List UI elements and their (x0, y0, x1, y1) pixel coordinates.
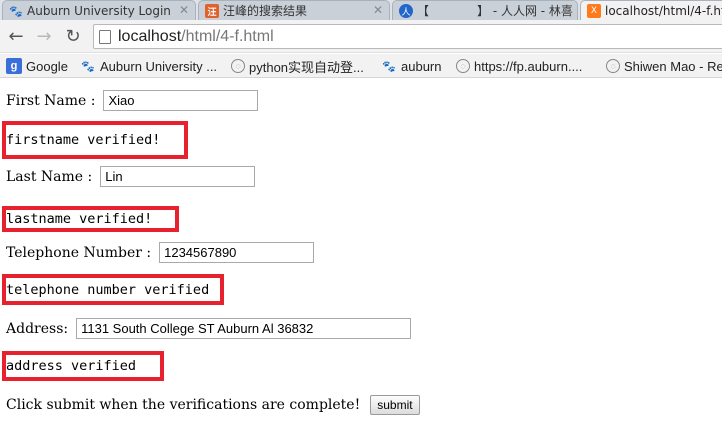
globe-icon: ◌ (606, 59, 620, 73)
wangfeng-icon: 汪 (205, 4, 219, 18)
forward-icon[interactable]: → (34, 26, 54, 47)
address-bar[interactable]: localhost/html/4-f.html (93, 24, 722, 49)
bookmark-label: auburn (401, 58, 442, 74)
bookmark-label: Google (26, 58, 68, 74)
tab-wangfeng-search[interactable]: 汪 汪峰的搜索结果 ✕ (198, 0, 390, 20)
close-icon[interactable]: ✕ (179, 3, 189, 17)
last-name-verified-message: lastname verified! (2, 206, 179, 232)
google-icon: g (6, 58, 22, 74)
tab-title: Auburn University Login (27, 3, 171, 18)
tab-strip: 🐾 Auburn University Login ✕ 汪 汪峰的搜索结果 ✕ … (0, 0, 722, 21)
last-name-row: Last Name : Lin (6, 166, 256, 187)
last-name-label: Last Name : (6, 168, 93, 185)
globe-icon: ◌ (456, 59, 470, 73)
bookmark-auburn-university[interactable]: 🐾 Auburn University ... (80, 57, 217, 75)
instruction-text: Click submit when the verifications are … (6, 397, 361, 413)
tab-title: localhost/html/4-f.ht (605, 4, 722, 18)
submit-button[interactable]: submit (370, 395, 420, 415)
page-icon (99, 30, 111, 44)
telephone-label: Telephone Number : (6, 244, 152, 261)
first-name-verified-message: firstname verified! (2, 121, 188, 159)
back-icon[interactable]: ← (6, 26, 26, 47)
bookmark-label: Shiwen Mao - Re (624, 58, 722, 74)
tab-title: 【 】 - 人人网 - 林喜 (417, 4, 573, 18)
auburn-paw-icon: 🐾 (9, 4, 23, 18)
tab-localhost[interactable]: X localhost/html/4-f.ht (580, 0, 722, 21)
renren-icon: 人 (399, 4, 413, 18)
submit-row: Click submit when the verifications are … (6, 395, 420, 415)
bookmark-label: python实现自动登... (249, 59, 364, 75)
close-icon[interactable]: ✕ (561, 3, 571, 17)
address-row: Address: 1131 South College ST Auburn Al… (6, 318, 412, 339)
bookmark-label: https://fp.auburn.... (474, 58, 583, 74)
url-path: /html/4-f.html (181, 27, 274, 45)
xampp-icon: X (587, 4, 601, 18)
bookmark-shiwen-mao[interactable]: ◌ Shiwen Mao - Re (606, 57, 722, 75)
bookmark-label: Auburn University ... (100, 58, 218, 74)
tab-auburn-login[interactable]: 🐾 Auburn University Login ✕ (2, 0, 196, 20)
tab-title: 汪峰的搜索结果 (223, 4, 308, 18)
telephone-row: Telephone Number : 1234567890 (6, 242, 315, 263)
telephone-verified-message: telephone number verified (2, 274, 224, 305)
reload-icon[interactable]: ↻ (63, 26, 83, 47)
last-name-input[interactable]: Lin (100, 166, 256, 187)
tab-renren[interactable]: 人 【 】 - 人人网 - 林喜 ✕ (392, 0, 578, 20)
page-content: First Name : Xiao firstname verified! La… (0, 78, 722, 437)
globe-icon: ◌ (231, 59, 245, 73)
telephone-input[interactable]: 1234567890 (159, 242, 315, 263)
bookmark-fp-auburn[interactable]: ◌ https://fp.auburn.... (456, 57, 582, 75)
auburn-paw-icon: 🐾 (382, 60, 396, 73)
address-label: Address: (6, 320, 69, 337)
auburn-paw-icon: 🐾 (81, 60, 95, 73)
first-name-input[interactable]: Xiao (103, 90, 259, 111)
bookmark-python[interactable]: ◌ python实现自动登... (231, 57, 364, 75)
bookmark-auburn[interactable]: 🐾 auburn (381, 57, 441, 75)
first-name-label: First Name : (6, 92, 96, 109)
url-host: localhost (118, 27, 182, 45)
bookmark-google[interactable]: g Google (6, 57, 68, 75)
close-icon[interactable]: ✕ (373, 3, 383, 17)
bookmarks-bar: g Google 🐾 Auburn University ... ◌ pytho… (0, 54, 722, 78)
address-verified-message: address verified (2, 351, 164, 381)
browser-toolbar: ← → ↻ localhost/html/4-f.html (0, 20, 722, 53)
first-name-row: First Name : Xiao (6, 90, 259, 111)
address-input[interactable]: 1131 South College ST Auburn Al 36832 (76, 318, 412, 339)
